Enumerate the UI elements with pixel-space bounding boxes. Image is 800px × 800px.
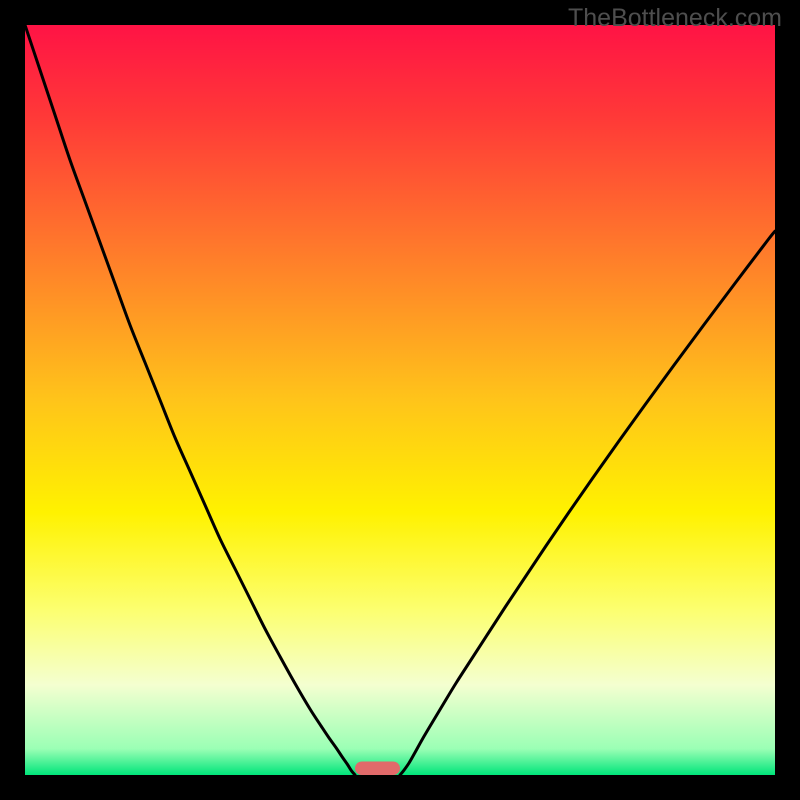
watermark-text: TheBottleneck.com	[568, 4, 782, 33]
chart-svg	[25, 25, 775, 775]
chart-frame: TheBottleneck.com	[0, 0, 800, 800]
bottom-marker	[355, 762, 400, 776]
gradient-background	[25, 25, 775, 775]
bottom-marker-group	[355, 762, 400, 776]
chart-plot-area	[25, 25, 775, 775]
